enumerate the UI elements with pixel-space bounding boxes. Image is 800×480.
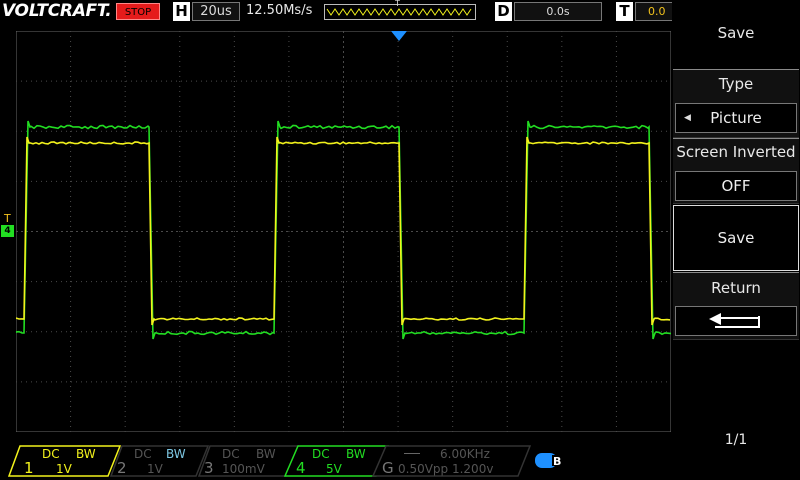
trigger-level-value[interactable]: 0.0 — [635, 2, 672, 21]
horizontal-key: H — [173, 2, 190, 21]
type-label: Type — [718, 75, 754, 93]
timebase-value[interactable]: 20us — [192, 2, 240, 21]
channel-3-bandwidth: BW — [256, 447, 276, 461]
channel-1-scale: 1V — [56, 462, 72, 476]
save-button[interactable]: Save — [673, 205, 799, 271]
usb-icon: B — [535, 453, 561, 468]
delay-value[interactable]: 0.0s — [514, 2, 602, 21]
channel-1-coupling: DC — [42, 447, 60, 461]
run-stop-indicator[interactable]: STOP — [116, 3, 160, 20]
svg-text:B: B — [553, 455, 561, 468]
channel-4-scale: 5V — [326, 462, 342, 476]
delay-key: D — [495, 2, 512, 21]
trigger-position-bar — [324, 4, 476, 20]
trigger-level-marker: T — [4, 212, 11, 225]
channel-2-coupling: DC — [134, 447, 152, 461]
channel-4-coupling: DC — [312, 447, 330, 461]
trigger-edge-icon — [404, 453, 420, 454]
screen-inverted-label: Screen Inverted — [676, 143, 796, 161]
channel-3-scale: 100mV — [222, 462, 265, 476]
channel-2-scale: 1V — [147, 462, 163, 476]
channel-4-bandwidth: BW — [346, 447, 366, 461]
screen-inverted-value[interactable]: OFF — [675, 171, 797, 201]
channel-3-number: 3 — [204, 459, 214, 477]
type-selector[interactable]: ◀ Picture — [675, 103, 797, 133]
trigger-position-icon — [391, 31, 407, 41]
waveform-display[interactable] — [16, 31, 671, 432]
brand-logo: VOLTCRAFT. — [2, 1, 112, 21]
channel-2-number: 2 — [117, 459, 127, 477]
channel-1-bandwidth: BW — [76, 447, 96, 461]
channel-3-coupling: DC — [222, 447, 240, 461]
channel-4-number: 4 — [296, 459, 306, 477]
return-label: Return — [711, 279, 761, 297]
memory-waveform-preview — [326, 8, 472, 16]
trigger-amplitude: 0.50Vpp 1.200v — [398, 462, 494, 476]
type-value: Picture — [710, 109, 762, 127]
trigger-key: T — [616, 2, 633, 21]
sample-rate: 12.50Ms/s — [246, 3, 313, 18]
trigger-key-g: G — [382, 459, 394, 477]
menu-title: Save — [717, 24, 755, 42]
triangle-left-icon: ◀ — [684, 113, 691, 123]
trigger-frequency: 6.00KHz — [440, 447, 490, 461]
channel-1-number: 1 — [24, 459, 34, 477]
channel-2-bandwidth: BW — [166, 447, 186, 461]
channel-4-ground-marker: 4 — [1, 225, 14, 237]
trigger-position-marker: T — [395, 0, 400, 8]
menu-page-indicator: 1/1 — [724, 432, 748, 448]
return-button[interactable] — [675, 306, 797, 336]
return-arrow-icon — [709, 313, 760, 328]
